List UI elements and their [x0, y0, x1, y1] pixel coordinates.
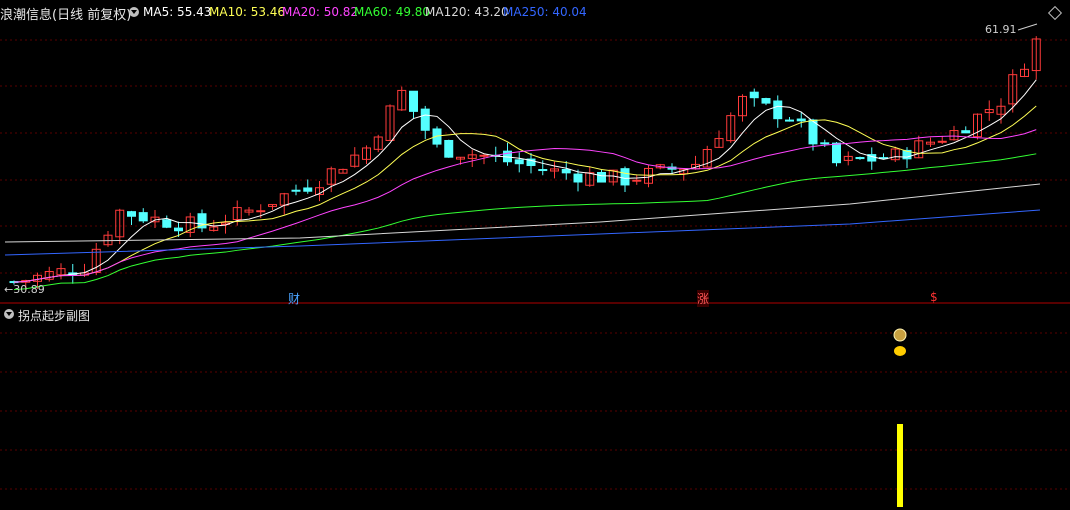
ma5-line: [13, 79, 1037, 283]
candle-body: [256, 210, 266, 213]
low-price-label: ←30.89: [4, 283, 45, 296]
signal-bar: [897, 424, 903, 507]
candle-body: [937, 140, 947, 143]
candle-body: [444, 139, 454, 158]
marker-rise[interactable]: 涨: [697, 290, 710, 307]
ma120-line: [4, 183, 1041, 243]
high-price-label: 61.91: [985, 23, 1017, 36]
ma20-line: [13, 129, 1037, 283]
collapse-icon[interactable]: [4, 309, 14, 319]
candle-body: [749, 91, 759, 99]
subchart-title: 拐点起步副图: [18, 309, 91, 323]
candle-body: [961, 130, 971, 134]
arrow-icon: [1017, 23, 1038, 31]
candle-body: [409, 90, 418, 112]
marker-dollar[interactable]: $: [930, 290, 938, 304]
candle-body: [420, 108, 430, 131]
candle-body: [773, 100, 783, 120]
candle-body: [855, 157, 865, 160]
candle-body: [761, 98, 771, 104]
ma250-line: [4, 209, 1041, 256]
money-bag-icon: [893, 328, 907, 342]
gold-coin-icon: [894, 346, 906, 356]
candle-body: [174, 227, 183, 232]
candle-body: [514, 159, 524, 165]
candle-body: [479, 154, 489, 157]
candle-body: [597, 171, 606, 183]
candle-body: [291, 189, 301, 192]
kline-chart[interactable]: [0, 0, 1070, 510]
candle-body: [820, 142, 830, 145]
candle-body: [832, 142, 841, 164]
candle-body: [573, 173, 583, 183]
low-price-value: 30.89: [13, 283, 45, 296]
candle-body: [632, 179, 642, 182]
candle-body: [162, 219, 172, 228]
candle-body: [138, 212, 148, 222]
candle-body: [538, 169, 548, 172]
candle-body: [561, 168, 571, 174]
candle-body: [785, 119, 794, 122]
candle-body: [127, 211, 136, 217]
candle-body: [620, 168, 630, 186]
marker-finance[interactable]: 财: [288, 290, 300, 307]
ma10-line: [13, 105, 1037, 283]
candle-body: [796, 118, 806, 122]
candle-body: [303, 187, 313, 192]
